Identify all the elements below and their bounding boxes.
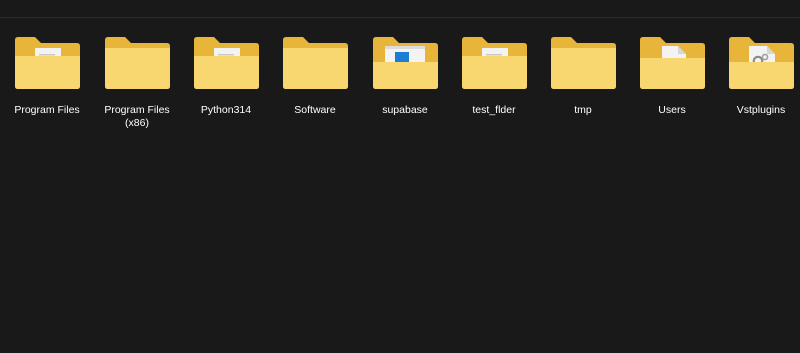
folder-with-window-icon [373,37,438,89]
folder-name: Users [658,104,686,116]
folder-name: Software [294,104,336,116]
folder-name: test_flder [472,104,516,116]
folder-with-document-icon [15,37,80,89]
folder-item-test-flder[interactable]: test_flder [452,34,536,154]
folder-name: tmp [574,104,592,116]
folder-name: supabase [382,104,428,116]
folder-item-python314[interactable]: Python314 [184,34,268,154]
folder-item-program-files[interactable]: Program Files [5,34,89,154]
folder-item-tmp[interactable]: tmp [541,34,625,154]
folder-name: Python314 [200,104,252,116]
folder-with-page-icon [640,37,705,89]
folder-name: Program Files [104,104,170,116]
folder-item-users[interactable]: Users [630,34,714,154]
folder-empty-icon [551,37,616,89]
folder-empty-icon [283,37,348,89]
folder-item-vstplugins[interactable]: Vstplugins [719,34,800,154]
folder-with-document-icon [194,37,259,89]
folder-with-document-icon [462,37,527,89]
folder-item-program-files-x86[interactable]: Program Files (x86) [95,34,179,154]
folder-empty-icon [105,37,170,89]
folder-name: Vstplugins [736,104,786,116]
toolbar-strip [0,0,800,18]
folder-with-settings-file-icon [729,37,794,89]
folder-name-line2: (x86) [125,117,149,129]
folder-name: Program Files [14,104,80,116]
folder-item-software[interactable]: Software [273,34,357,154]
file-explorer-window: Program Files Program Files (x86) Python… [0,0,800,353]
folder-item-supabase[interactable]: supabase [363,34,447,154]
